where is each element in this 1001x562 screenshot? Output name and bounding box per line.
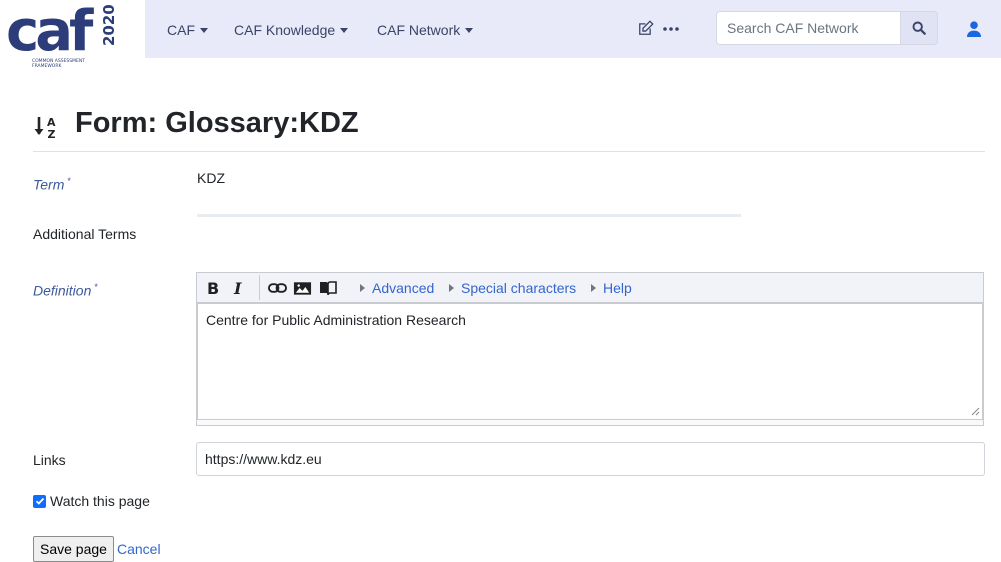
watch-checkbox[interactable] bbox=[33, 494, 46, 508]
svg-text:2020: 2020 bbox=[100, 4, 118, 46]
triangle-right-icon bbox=[449, 284, 454, 292]
svg-text:caf: caf bbox=[6, 4, 94, 64]
definition-label-text: Definition bbox=[33, 282, 92, 299]
divider bbox=[197, 214, 741, 217]
top-navbar: CAF CAF Knowledge CAF Network bbox=[145, 0, 1001, 58]
image-icon[interactable] bbox=[293, 280, 312, 301]
term-label-text: Term bbox=[33, 176, 65, 193]
triangle-right-icon bbox=[591, 284, 596, 292]
sort-alpha-down-icon: A Z bbox=[33, 115, 61, 144]
link-icon[interactable] bbox=[268, 280, 287, 301]
caf-logo[interactable]: caf 2020 COMMON ASSESSMENT FRAMEWORK bbox=[6, 0, 126, 74]
save-page-button[interactable]: Save page bbox=[33, 536, 114, 562]
required-marker: * bbox=[67, 176, 71, 186]
edit-icon[interactable] bbox=[637, 20, 654, 42]
bold-button[interactable]: B bbox=[207, 279, 219, 298]
term-value: KDZ bbox=[197, 170, 225, 186]
editor-toolbar: B I Advanced Special characters Help bbox=[197, 273, 983, 303]
caret-down-icon bbox=[340, 28, 349, 33]
nav-item-caf-knowledge[interactable]: CAF Knowledge bbox=[234, 22, 349, 38]
page-title: Form: Glossary:KDZ bbox=[75, 107, 359, 139]
watch-this-page: Watch this page bbox=[33, 493, 150, 509]
more-icon[interactable] bbox=[662, 20, 680, 41]
term-label: Term * bbox=[33, 176, 71, 193]
search-button[interactable] bbox=[900, 11, 938, 45]
links-label: Links bbox=[33, 452, 66, 468]
user-icon[interactable] bbox=[967, 21, 981, 42]
definition-textarea[interactable]: Centre for Public Administration Researc… bbox=[197, 303, 983, 420]
caret-down-icon bbox=[200, 28, 208, 33]
nav-item-caf[interactable]: CAF bbox=[167, 22, 208, 38]
toolbar-group-label: Help bbox=[603, 280, 632, 296]
watch-label: Watch this page bbox=[50, 493, 150, 509]
svg-text:Z: Z bbox=[48, 128, 56, 139]
toolbar-group-label: Special characters bbox=[461, 280, 577, 296]
wiki-editor: B I Advanced Special characters Help Cen… bbox=[196, 272, 984, 426]
italic-button[interactable]: I bbox=[234, 279, 241, 298]
additional-terms-label: Additional Terms bbox=[33, 226, 137, 242]
svg-text:FRAMEWORK: FRAMEWORK bbox=[32, 63, 62, 69]
toolbar-group-special-characters[interactable]: Special characters bbox=[449, 280, 576, 296]
nav-item-label: CAF Network bbox=[377, 22, 461, 38]
links-input[interactable] bbox=[196, 442, 985, 476]
definition-label: Definition * bbox=[33, 282, 98, 299]
search-input[interactable] bbox=[716, 11, 900, 45]
search-icon bbox=[912, 21, 926, 35]
checkmark-icon bbox=[35, 497, 44, 505]
resize-handle-icon[interactable] bbox=[971, 407, 980, 416]
caret-down-icon bbox=[465, 28, 474, 33]
page-header: A Z Form: Glossary:KDZ bbox=[33, 105, 985, 152]
toolbar-group-advanced[interactable]: Advanced bbox=[360, 280, 434, 296]
cancel-link[interactable]: Cancel bbox=[117, 541, 161, 557]
triangle-right-icon bbox=[360, 284, 365, 292]
toolbar-group-help[interactable]: Help bbox=[591, 280, 632, 296]
nav-item-label: CAF bbox=[167, 22, 195, 38]
toolbar-separator bbox=[259, 275, 260, 300]
book-icon[interactable] bbox=[319, 280, 337, 301]
nav-item-label: CAF Knowledge bbox=[234, 22, 336, 38]
toolbar-group-label: Advanced bbox=[372, 280, 435, 296]
nav-item-caf-network[interactable]: CAF Network bbox=[377, 22, 474, 38]
required-marker: * bbox=[94, 282, 98, 292]
